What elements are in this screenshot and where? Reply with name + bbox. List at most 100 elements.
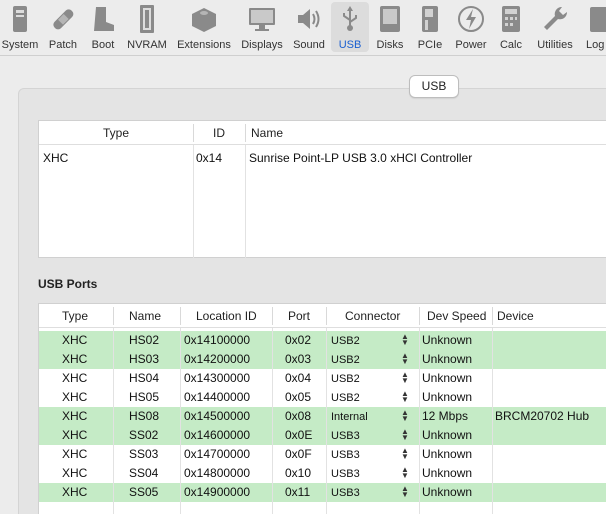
cell-connector[interactable]: USB2 <box>331 370 360 389</box>
cell-location-id: 0x14300000 <box>184 371 251 385</box>
cell-name: SS03 <box>129 447 159 461</box>
cell-device: BRCM20702 Hub <box>495 409 590 423</box>
table-row[interactable]: XHC HS04 0x14300000 0x04 USB2 Unknown ▲ ▼ <box>39 369 606 388</box>
cell-location-id: 0x14900000 <box>184 485 251 499</box>
chevron-updown-icon[interactable]: ▲ ▼ <box>401 485 409 499</box>
cell-connector[interactable]: USB2 <box>331 332 360 351</box>
chevron-updown-icon[interactable]: ▲ ▼ <box>401 447 409 461</box>
chevron-updown-icon[interactable]: ▲ ▼ <box>401 390 409 404</box>
toolbar-item-system[interactable]: System <box>0 2 40 52</box>
usb-ports-table[interactable]: Type Name Location ID Port Connector Dev… <box>38 303 606 514</box>
cell-port: 0x08 <box>285 409 312 423</box>
column-divider <box>419 307 420 325</box>
cell-connector[interactable]: USB2 <box>331 351 360 370</box>
column-header-type[interactable]: Type <box>103 121 129 145</box>
column-divider <box>326 307 327 325</box>
cell-connector[interactable]: Internal <box>331 408 368 427</box>
column-divider <box>492 307 493 325</box>
column-header-port[interactable]: Port <box>288 304 310 328</box>
toolbar-item-pcie[interactable]: PCIe <box>412 2 448 52</box>
chevron-updown-icon[interactable]: ▲ ▼ <box>401 466 409 480</box>
toolbar-item-boot[interactable]: Boot <box>86 2 120 52</box>
table-row[interactable]: XHC SS02 0x14600000 0x0E USB3 Unknown ▲ ▼ <box>39 426 606 445</box>
table-row[interactable]: XHC HS02 0x14100000 0x02 USB2 Unknown ▲ ▼ <box>39 331 606 350</box>
toolbar-item-power[interactable]: Power <box>451 2 491 52</box>
cell-name: SS05 <box>129 485 159 499</box>
toolbar-item-nvram[interactable]: NVRAM <box>124 2 170 52</box>
table-row[interactable]: XHC HS03 0x14200000 0x03 USB2 Unknown ▲ ▼ <box>39 350 606 369</box>
cell-location-id: 0x14700000 <box>184 447 251 461</box>
chevron-updown-icon[interactable]: ▲ ▼ <box>401 428 409 442</box>
toolbar-item-calc[interactable]: Calc <box>495 2 527 52</box>
wrench-icon <box>544 6 568 30</box>
lego-brick-icon <box>192 8 216 32</box>
table-row[interactable]: XHC HS08 0x14500000 0x08 Internal 12 Mbps BRCM… <box>39 407 606 426</box>
column-header-name[interactable]: Name <box>251 121 283 145</box>
table-row[interactable]: XHC HS05 0x14400000 0x05 USB2 Unknown ▲ ▼ <box>39 388 606 407</box>
cell-dev-speed: Unknown <box>422 447 473 461</box>
toolbar-item-patch[interactable]: Patch <box>43 2 83 52</box>
cell-connector[interactable]: USB3 <box>331 427 360 446</box>
column-line <box>492 328 493 514</box>
table-row[interactable]: XHC SS04 0x14800000 0x10 USB3 Unknown ▲ ▼ <box>39 464 606 483</box>
cell-port: 0x03 <box>285 352 312 366</box>
column-header-type[interactable]: Type <box>62 304 88 328</box>
cell-type: XHC <box>62 352 88 366</box>
cell-type: XHC <box>62 409 88 423</box>
cell-dev-speed: 12 Mbps <box>422 409 469 423</box>
controllers-table[interactable]: Type ID Name XHC 0x14 Sunrise Point-LP U… <box>38 120 606 258</box>
bandage-icon <box>53 9 74 30</box>
usb-icon <box>343 6 357 31</box>
cell-port: 0x10 <box>285 466 312 480</box>
chevron-updown-icon[interactable]: ▲ ▼ <box>401 409 409 423</box>
chevron-updown-icon[interactable]: ▲ ▼ <box>401 333 409 347</box>
controllers-table-header: Type ID Name <box>39 121 606 145</box>
cell-location-id: 0x14500000 <box>184 409 251 423</box>
column-header-name[interactable]: Name <box>129 304 161 328</box>
usb-ports-title: USB Ports <box>38 277 98 291</box>
cell-connector[interactable]: USB3 <box>331 465 360 484</box>
toolbar-item-extensions[interactable]: Extensions <box>173 2 235 52</box>
table-row[interactable]: XHC SS05 0x14900000 0x11 USB3 Unknown ▲ ▼ <box>39 483 606 502</box>
column-divider <box>272 307 273 325</box>
toolbar-item-log[interactable]: Log <box>582 2 606 52</box>
column-header-id[interactable]: ID <box>213 121 225 145</box>
cell-port: 0x02 <box>285 333 312 347</box>
column-header-connector[interactable]: Connector <box>345 304 400 328</box>
cell-connector[interactable]: USB3 <box>331 484 360 503</box>
cell-location-id: 0x14100000 <box>184 333 251 347</box>
pcie-card-icon <box>422 6 438 32</box>
column-line <box>419 328 420 514</box>
cell-connector[interactable]: USB3 <box>331 446 360 465</box>
cell-dev-speed: Unknown <box>422 371 473 385</box>
tab-usb[interactable]: USB <box>409 75 459 98</box>
cell-port: 0x05 <box>285 390 312 404</box>
chevron-updown-icon[interactable]: ▲ ▼ <box>401 352 409 366</box>
column-header-dev-speed[interactable]: Dev Speed <box>427 304 486 328</box>
column-divider <box>180 307 181 325</box>
cell-location-id: 0x14600000 <box>184 428 251 442</box>
cell-type: XHC <box>62 428 88 442</box>
toolbar-item-displays[interactable]: Displays <box>238 2 286 52</box>
toolbar-item-utilities[interactable]: Utilities <box>532 2 578 52</box>
toolbar-item-sound[interactable]: Sound <box>289 2 329 52</box>
cell-port: 0x04 <box>285 371 312 385</box>
cell-dev-speed: Unknown <box>422 466 473 480</box>
toolbar-item-usb[interactable]: USB <box>331 2 369 52</box>
chevron-updown-icon[interactable]: ▲ ▼ <box>401 371 409 385</box>
cell-name: SS04 <box>129 466 159 480</box>
cell-location-id: 0x14800000 <box>184 466 251 480</box>
table-row[interactable]: XHC SS03 0x14700000 0x0F USB3 Unknown ▲ ▼ <box>39 445 606 464</box>
column-header-location-id[interactable]: Location ID <box>196 304 257 328</box>
toolbar-item-disks[interactable]: Disks <box>372 2 408 52</box>
cell-type: XHC <box>62 485 88 499</box>
cell-type: XHC <box>62 447 88 461</box>
table-row[interactable]: XHC 0x14 Sunrise Point-LP USB 3.0 xHCI C… <box>39 149 606 168</box>
log-icon <box>590 7 606 32</box>
cell-connector[interactable]: USB2 <box>331 389 360 408</box>
cell-dev-speed: Unknown <box>422 352 473 366</box>
disk-icon <box>380 6 400 32</box>
cell-dev-speed: Unknown <box>422 390 473 404</box>
cell-name: SS02 <box>129 428 159 442</box>
column-header-device[interactable]: Device <box>497 304 534 328</box>
